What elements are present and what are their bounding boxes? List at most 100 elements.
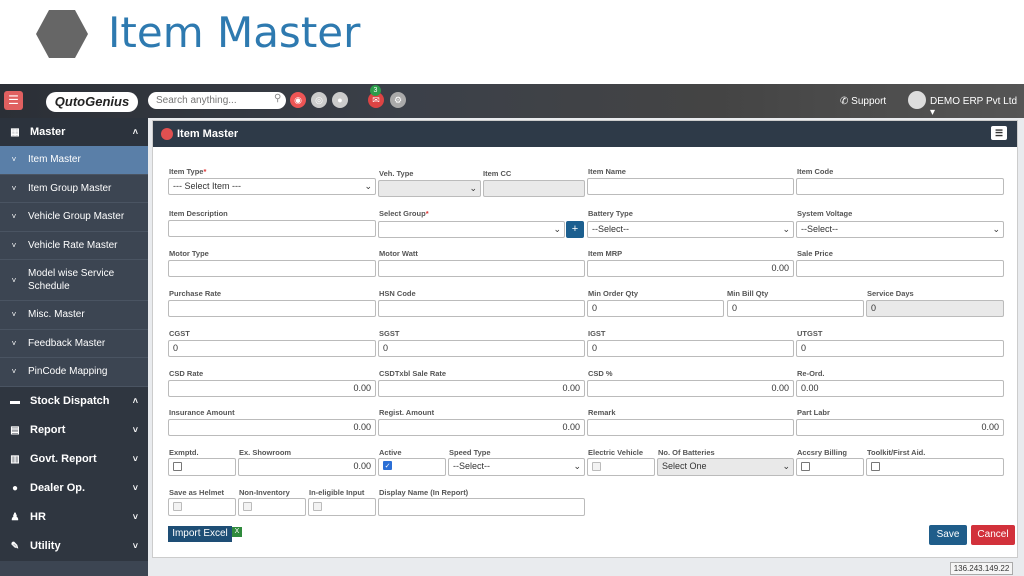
search-icon[interactable]: ⚲ [274,93,281,104]
import-excel-button[interactable]: Import Excel [168,526,232,542]
veh-type-select[interactable]: ⌄ [378,180,481,197]
motor-type-input[interactable] [168,260,376,277]
item-code-input[interactable] [796,178,1004,195]
user-shortcut-icon[interactable]: ● [332,92,348,108]
users-icon: ♟ [10,511,20,523]
battery-type-select[interactable]: --Select-- ⌄ [587,221,794,238]
ex-showroom-input[interactable]: 0.00 [238,458,376,476]
vehicle-shortcut-icon[interactable]: ◉ [290,92,306,108]
company-name: DEMO ERP Pvt Ltd [930,96,1018,107]
settings-shortcut-icon[interactable]: ◎ [311,92,327,108]
csd-rate-label: CSD Rate [169,369,204,378]
sidebar: ▦ Master ˄ ˅ Item Master ˅ Item Group Mast… [0,118,148,576]
item-cc-input[interactable] [483,180,585,197]
purchase-rate-input[interactable] [168,300,376,317]
chevron-down-icon: ˅ [132,483,138,493]
min-bill-qty-label: Min Bill Qty [727,289,769,298]
no-batteries-select[interactable]: Select One ⌄ [657,458,794,476]
add-group-button[interactable]: + [566,221,584,238]
min-order-qty-input[interactable]: 0 [587,300,724,317]
sidebar-item-pincode-mapping[interactable]: ˅ PinCode Mapping [0,358,148,387]
battery-type-label: Battery Type [588,209,633,218]
chevron-down-icon: ⌄ [364,181,372,191]
regist-input[interactable]: 0.00 [378,419,585,436]
sidebar-group-govt-report[interactable]: ▥ Govt. Report ˅ [0,444,148,474]
min-bill-qty-input[interactable]: 0 [727,300,864,317]
company-dropdown[interactable]: DEMO ERP Pvt Ltd ▾ [930,96,1024,118]
active-checkbox[interactable]: ✓ [383,461,392,470]
insurance-input[interactable]: 0.00 [168,419,376,436]
igst-label: IGST [588,329,606,338]
sidebar-item-item-group-master[interactable]: ˅ Item Group Master [0,175,148,203]
item-name-input[interactable] [587,178,794,195]
item-type-select[interactable]: --- Select Item --- ⌄ [168,178,376,195]
person-icon: ● [11,482,19,494]
sidebar-item-misc-master[interactable]: ˅ Misc. Master [0,301,148,330]
sidebar-group-label: HR [30,511,46,523]
gear-icon[interactable]: ⚙ [390,92,406,108]
part-labr-input[interactable]: 0.00 [796,419,1004,436]
sidebar-item-feedback-master[interactable]: ˅ Feedback Master [0,330,148,358]
save-helmet-checkbox[interactable] [173,502,182,511]
support-link[interactable]: ✆ Support [840,96,886,107]
exmptd-checkbox[interactable] [173,462,182,471]
support-label: Support [851,96,887,107]
igst-input[interactable]: 0 [587,340,794,357]
utgst-label: UTGST [797,329,823,338]
chevron-down-icon: ˅ [11,183,17,193]
search-input[interactable] [148,92,286,109]
sidebar-group-stock-dispatch[interactable]: ▬ Stock Dispatch ˄ [0,386,148,416]
csd-pct-label: CSD % [588,369,613,378]
utgst-input[interactable]: 0 [796,340,1004,357]
ineligible-checkbox[interactable] [313,502,322,511]
sgst-label: SGST [379,329,400,338]
sidebar-item-model-wise-service[interactable]: ˅ Model wise Service Schedule [0,260,148,301]
hsn-code-input[interactable] [378,300,585,317]
save-button[interactable]: Save [929,525,967,545]
sidebar-item-vehicle-rate-master[interactable]: ˅ Vehicle Rate Master [0,232,148,260]
system-voltage-select[interactable]: --Select-- ⌄ [796,221,1004,238]
csd-pct-input[interactable]: 0.00 [587,380,794,397]
sidebar-group-master[interactable]: ▦ Master ˄ [0,118,148,146]
excel-icon[interactable]: X [232,527,242,537]
app-logo[interactable]: QutoGenius [46,92,138,112]
sidebar-group-label: Master [30,126,66,138]
display-name-input[interactable] [378,498,585,516]
item-description-input[interactable] [168,220,376,237]
menu-toggle-button[interactable]: ☰ [4,91,23,110]
remark-input[interactable] [587,419,794,436]
electric-vehicle-checkbox[interactable] [592,462,601,471]
chevron-down-icon: ˅ [132,454,138,464]
sidebar-group-hr[interactable]: ♟ HR ˅ [0,502,148,532]
toolkit-checkbox[interactable] [871,462,880,471]
ex-showroom-label: Ex. Showroom [239,448,292,457]
csd-txbl-input[interactable]: 0.00 [378,380,585,397]
accsry-billing-checkbox[interactable] [801,462,810,471]
cancel-button[interactable]: Cancel [971,525,1015,545]
avatar[interactable] [908,91,926,109]
sidebar-group-dealer-op[interactable]: ● Dealer Op. ˅ [0,473,148,503]
min-order-qty-label: Min Order Qty [588,289,639,298]
sgst-input[interactable]: 0 [378,340,585,357]
service-days-input[interactable]: 0 [866,300,1004,317]
sidebar-item-label: Vehicle Rate Master [28,239,118,251]
select-group-select[interactable]: ⌄ [378,221,565,238]
speed-type-select[interactable]: --Select-- ⌄ [448,458,585,476]
sale-price-input[interactable] [796,260,1004,277]
list-icon[interactable]: ☰ [991,126,1007,140]
item-mrp-input[interactable]: 0.00 [587,260,794,277]
exmptd-label: Exmptd. [169,448,199,457]
chevron-down-icon: ⌄ [992,224,1000,234]
sidebar-group-utility[interactable]: ✎ Utility ˅ [0,531,148,561]
non-inventory-checkbox[interactable] [243,502,252,511]
sidebar-item-label: PinCode Mapping [28,366,108,378]
chevron-down-icon: ˅ [11,275,17,285]
re-ord-input[interactable]: 0.00 [796,380,1004,397]
cgst-input[interactable]: 0 [168,340,376,357]
save-helmet-label: Save as Helmet [169,488,225,497]
sidebar-item-item-master[interactable]: ˅ Item Master [0,146,148,175]
sidebar-group-report[interactable]: ▤ Report ˅ [0,415,148,445]
sidebar-item-vehicle-group-master[interactable]: ˅ Vehicle Group Master [0,203,148,232]
motor-watt-input[interactable] [378,260,585,277]
csd-rate-input[interactable]: 0.00 [168,380,376,397]
